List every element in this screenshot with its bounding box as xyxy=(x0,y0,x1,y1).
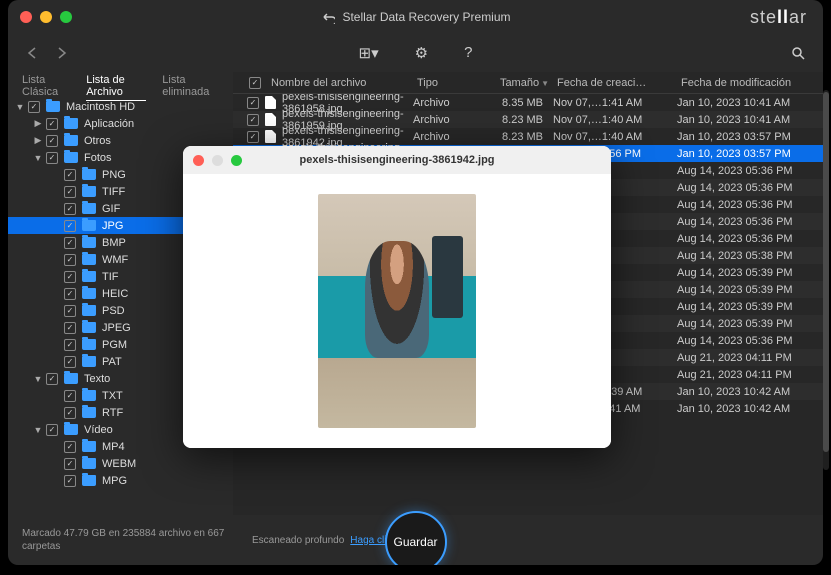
preview-title: pexels-thisisengineering-3861942.jpg xyxy=(299,154,494,166)
status-bar: Marcado 47.79 GB en 235884 archivo en 66… xyxy=(8,515,823,565)
window-controls xyxy=(20,11,72,23)
column-header: ✓ Nombre del archivo Tipo Tamaño▼ Fecha … xyxy=(233,72,823,94)
tab-file[interactable]: Lista de Archivo xyxy=(86,74,146,101)
maximize-icon[interactable] xyxy=(60,11,72,23)
preview-titlebar: pexels-thisisengineering-3861942.jpg xyxy=(183,146,611,174)
tools-icon[interactable]: ⚙ xyxy=(415,44,428,62)
col-size[interactable]: Tamaño▼ xyxy=(481,77,553,89)
scrollbar[interactable] xyxy=(823,90,829,470)
forward-icon[interactable] xyxy=(54,46,68,60)
col-type[interactable]: Tipo xyxy=(413,77,481,89)
preview-maximize-icon[interactable] xyxy=(231,155,242,166)
tab-classic[interactable]: Lista Clásica xyxy=(22,74,70,100)
col-modified[interactable]: Fecha de modificación xyxy=(677,77,823,89)
app-title: Stellar Data Recovery Premium xyxy=(320,10,510,24)
undo-icon[interactable] xyxy=(320,10,334,24)
col-name[interactable]: Nombre del archivo xyxy=(267,77,413,89)
help-icon[interactable]: ? xyxy=(464,44,472,62)
preview-image xyxy=(318,194,476,428)
search-icon[interactable] xyxy=(791,46,805,60)
grid-view-icon[interactable]: ⊞▾ xyxy=(359,44,379,62)
preview-window[interactable]: pexels-thisisengineering-3861942.jpg xyxy=(183,146,611,448)
tree-item-macintosh hd[interactable]: ▼✓Macintosh HD xyxy=(8,98,233,115)
minimize-icon[interactable] xyxy=(40,11,52,23)
tree-item-mpg[interactable]: ✓MPG xyxy=(8,472,233,489)
tree-item-webm[interactable]: ✓WEBM xyxy=(8,455,233,472)
preview-close-icon[interactable] xyxy=(193,155,204,166)
back-icon[interactable] xyxy=(26,46,40,60)
status-text: Marcado 47.79 GB en 235884 archivo en 66… xyxy=(22,527,232,553)
save-button[interactable]: Guardar xyxy=(385,511,447,565)
col-created[interactable]: Fecha de creaci… xyxy=(553,77,677,89)
toolbar: ⊞▾ ⚙ ? xyxy=(8,34,823,72)
title-bar: Stellar Data Recovery Premium stellar xyxy=(8,0,823,34)
preview-minimize-icon[interactable] xyxy=(212,155,223,166)
preview-body xyxy=(183,174,611,448)
deep-scan-label: Escaneado profundo xyxy=(252,535,344,546)
brand-logo: stellar xyxy=(750,7,807,28)
tree-item-aplicación[interactable]: ▶✓Aplicación xyxy=(8,115,233,132)
tab-deleted[interactable]: Lista eliminada xyxy=(162,74,219,100)
close-icon[interactable] xyxy=(20,11,32,23)
sidebar-tabs: Lista Clásica Lista de Archivo Lista eli… xyxy=(8,76,233,98)
select-all-checkbox[interactable]: ✓ xyxy=(249,77,261,89)
